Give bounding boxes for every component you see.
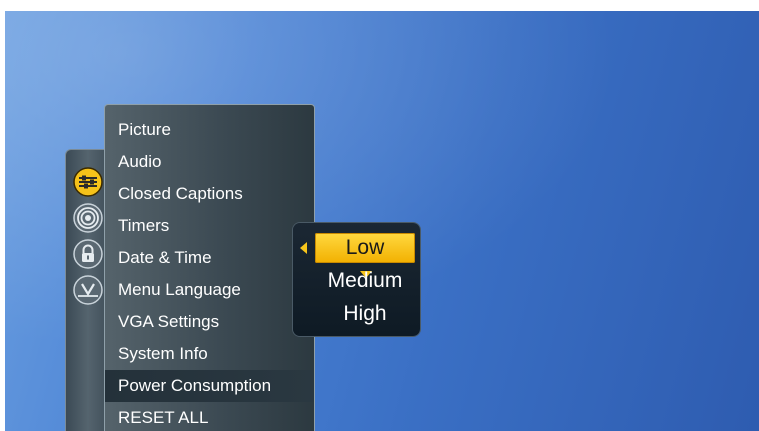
menu-item-menu-language[interactable]: Menu Language: [105, 274, 314, 306]
lock-icon[interactable]: [72, 238, 104, 270]
option-low[interactable]: Low: [315, 233, 415, 263]
menu-item-closed-captions[interactable]: Closed Captions: [105, 178, 314, 210]
menu-item-power-consumption[interactable]: Power Consumption: [105, 370, 314, 402]
menu-item-audio[interactable]: Audio: [105, 146, 314, 178]
option-medium[interactable]: Medium: [315, 266, 415, 296]
menu-item-timers[interactable]: Timers: [105, 210, 314, 242]
v-chip-icon[interactable]: [72, 274, 104, 306]
left-arrow-icon[interactable]: [300, 242, 307, 254]
menu-item-system-info[interactable]: System Info: [105, 338, 314, 370]
settings-sliders-icon[interactable]: [72, 166, 104, 198]
menu-item-vga-settings[interactable]: VGA Settings: [105, 306, 314, 338]
power-consumption-submenu: Low Medium High: [293, 223, 420, 336]
main-menu-panel: Picture Audio Closed Captions Timers Dat…: [104, 104, 315, 431]
menu-list: Picture Audio Closed Captions Timers Dat…: [105, 114, 314, 431]
tv-screen: Picture Audio Closed Captions Timers Dat…: [5, 11, 759, 431]
menu-item-reset-all[interactable]: RESET ALL: [105, 402, 314, 431]
broadcast-antenna-icon[interactable]: [72, 202, 104, 234]
option-high[interactable]: High: [315, 299, 415, 329]
menu-item-picture[interactable]: Picture: [105, 114, 314, 146]
menu-item-date-time[interactable]: Date & Time: [105, 242, 314, 274]
